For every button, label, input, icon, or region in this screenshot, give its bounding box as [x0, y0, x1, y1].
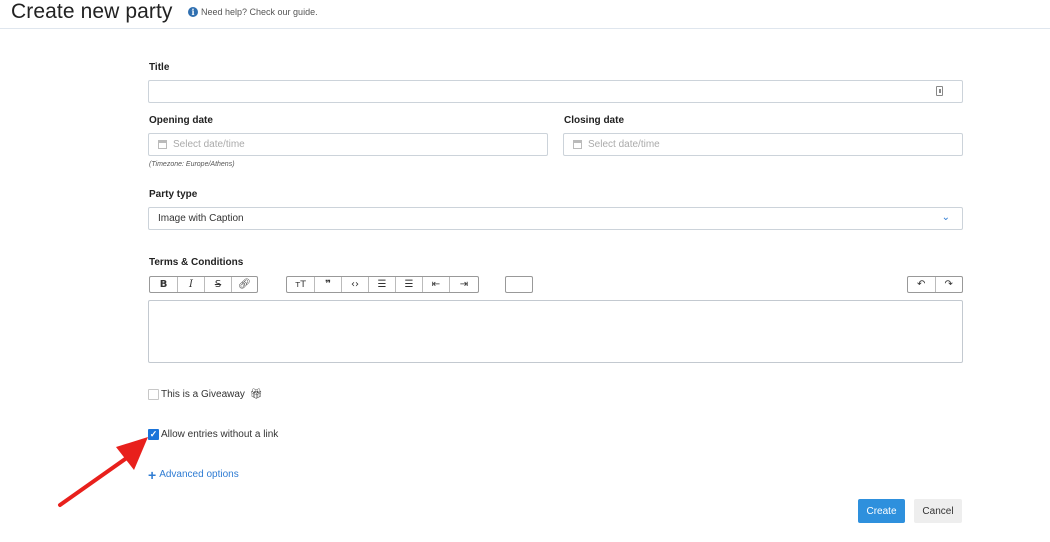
opening-date-input[interactable]: Select date/time [148, 133, 548, 156]
link-button[interactable]: 🔗︎ [232, 277, 257, 292]
plus-icon: + [148, 466, 157, 483]
help-link[interactable]: i Need help? Check our guide. [188, 7, 318, 17]
help-text[interactable]: Need help? Check our guide. [201, 7, 318, 17]
numbered-list-icon: ☰ [404, 279, 414, 290]
advanced-options-label: Advanced options [159, 469, 239, 480]
party-type-label: Party type [149, 189, 198, 200]
bullet-list-button[interactable]: ☰ [369, 277, 396, 292]
gift-icon: 🎁︎ [249, 389, 263, 400]
undo-button[interactable]: ↶ [908, 277, 936, 292]
timezone-hint: (Timezone: Europe/Athens) [149, 161, 235, 168]
title-label: Title [149, 62, 170, 73]
chevron-down-icon: ⌄ [941, 212, 950, 223]
giveaway-checkbox[interactable] [148, 389, 159, 400]
quote-button[interactable]: ❞ [315, 277, 342, 292]
numbered-list-button[interactable]: ☰ [396, 277, 423, 292]
annotation-arrow [58, 437, 148, 507]
giveaway-row: This is a Giveaway 🎁︎ [148, 389, 263, 400]
outdent-icon: ⇤ [431, 279, 441, 290]
page-header: Create new party i Need help? Check our … [0, 0, 1050, 29]
party-type-value: Image with Caption [158, 213, 244, 224]
outdent-button[interactable]: ⇤ [423, 277, 450, 292]
party-type-select[interactable]: Image with Caption ⌄ [148, 207, 963, 230]
bullet-list-icon: ☰ [377, 279, 387, 290]
page-title: Create new party [11, 0, 173, 23]
terms-editor[interactable] [148, 300, 963, 363]
link-icon: 🔗︎ [238, 279, 251, 290]
opening-date-placeholder: Select date/time [173, 139, 245, 150]
format-toolbar: B I S 🔗︎ [149, 276, 258, 293]
color-swatch-button[interactable] [505, 276, 533, 293]
calendar-icon [158, 140, 167, 149]
allow-link-row: ✓ Allow entries without a link [148, 429, 278, 440]
redo-icon: ↷ [944, 279, 953, 290]
history-toolbar: ↶ ↷ [907, 276, 963, 293]
bold-button[interactable]: B [150, 277, 178, 292]
text-size-icon: тT [295, 279, 306, 290]
arrow-head [116, 437, 148, 470]
undo-icon: ↶ [917, 279, 926, 290]
allow-link-label: Allow entries without a link [161, 429, 279, 440]
closing-date-input[interactable]: Select date/time [563, 133, 963, 156]
calendar-icon [573, 140, 582, 149]
field-helper-icon [936, 86, 943, 96]
indent-icon: ⇥ [459, 279, 469, 290]
cancel-button[interactable]: Cancel [914, 499, 962, 523]
closing-date-label: Closing date [564, 115, 625, 126]
giveaway-label: This is a Giveaway [161, 389, 245, 400]
code-icon: ‹› [351, 279, 359, 290]
text-size-button[interactable]: тT [287, 277, 315, 292]
block-toolbar: тT ❞ ‹› ☰ ☰ ⇤ ⇥ [286, 276, 479, 293]
opening-date-label: Opening date [149, 115, 213, 126]
code-button[interactable]: ‹› [342, 277, 369, 292]
redo-button[interactable]: ↷ [936, 277, 963, 292]
advanced-options-link[interactable]: + Advanced options [148, 466, 239, 483]
title-input[interactable] [148, 80, 963, 103]
strikethrough-button[interactable]: S [205, 277, 232, 292]
quote-icon: ❞ [325, 279, 331, 290]
arrow-shaft [58, 455, 130, 507]
terms-label: Terms & Conditions [149, 257, 244, 268]
indent-button[interactable]: ⇥ [450, 277, 478, 292]
closing-date-placeholder: Select date/time [588, 139, 660, 150]
italic-button[interactable]: I [178, 277, 205, 292]
info-icon: i [188, 7, 198, 17]
create-button[interactable]: Create [858, 499, 905, 523]
